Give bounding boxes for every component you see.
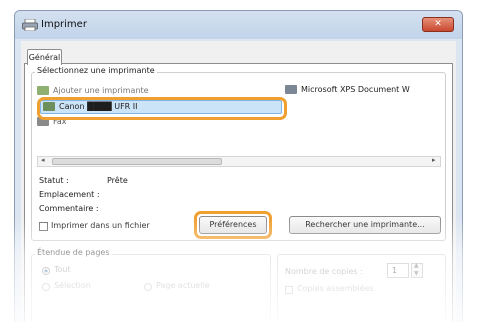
list-item-xps-printer[interactable]: Microsoft XPS Document W: [285, 85, 410, 94]
scroll-right-icon[interactable]: ▸: [432, 156, 436, 164]
status-label: Statut :: [39, 176, 69, 185]
status-value: Prête: [107, 176, 128, 185]
scrollbar-thumb[interactable]: [52, 158, 222, 165]
print-to-file-checkbox[interactable]: [39, 222, 48, 231]
scroll-left-icon[interactable]: ◂: [41, 156, 45, 164]
canon-highlight-frame: [37, 97, 287, 120]
print-to-file-label: Imprimer dans un fichier: [51, 221, 150, 230]
tab-general[interactable]: Général: [27, 49, 62, 65]
preferences-highlight-frame: [194, 211, 272, 239]
comment-label: Commentaire :: [39, 204, 99, 213]
add-printer-icon: [37, 86, 49, 95]
close-icon: ✕: [434, 19, 442, 29]
radio-current-page-label: Page actuelle: [156, 281, 210, 290]
window-title: Imprimer: [41, 19, 87, 30]
printer-list-scrollbar[interactable]: ◂ ▸: [37, 156, 441, 167]
radio-all-label: Tout: [54, 265, 71, 274]
dialog-client-area: Général Sélectionnez une imprimante Ajou…: [21, 41, 456, 322]
printer-group-legend: Sélectionnez une imprimante: [35, 66, 157, 75]
print-dialog-window: Imprimer ✕ Général Sélectionnez une impr…: [14, 10, 463, 322]
close-button[interactable]: ✕: [422, 17, 454, 32]
stepper-down-icon[interactable]: ▼: [414, 270, 419, 277]
radio-current-page[interactable]: [144, 283, 152, 291]
copies-input[interactable]: 1: [387, 263, 409, 278]
location-label: Emplacement :: [39, 190, 100, 199]
collate-checkbox[interactable]: [285, 286, 293, 294]
title-bar[interactable]: Imprimer ✕: [15, 11, 462, 39]
printer-icon: [285, 85, 297, 94]
radio-selection[interactable]: [42, 283, 50, 291]
copies-stepper[interactable]: ▲ ▼: [411, 262, 423, 278]
printer-icon: [22, 19, 38, 31]
stepper-up-icon[interactable]: ▲: [414, 262, 419, 269]
radio-selection-label: Sélection: [54, 281, 91, 290]
collate-label: Copies assemblées: [297, 284, 374, 293]
find-printer-button[interactable]: Rechercher une imprimante...: [289, 216, 441, 234]
list-item-add-printer[interactable]: Ajouter une imprimante: [37, 86, 149, 95]
copies-label: Nombre de copies :: [285, 267, 363, 276]
tab-panel-general: Sélectionnez une imprimante Ajouter une …: [24, 63, 453, 322]
radio-all[interactable]: [42, 267, 50, 275]
page-range-legend: Étendue de pages: [35, 248, 112, 257]
